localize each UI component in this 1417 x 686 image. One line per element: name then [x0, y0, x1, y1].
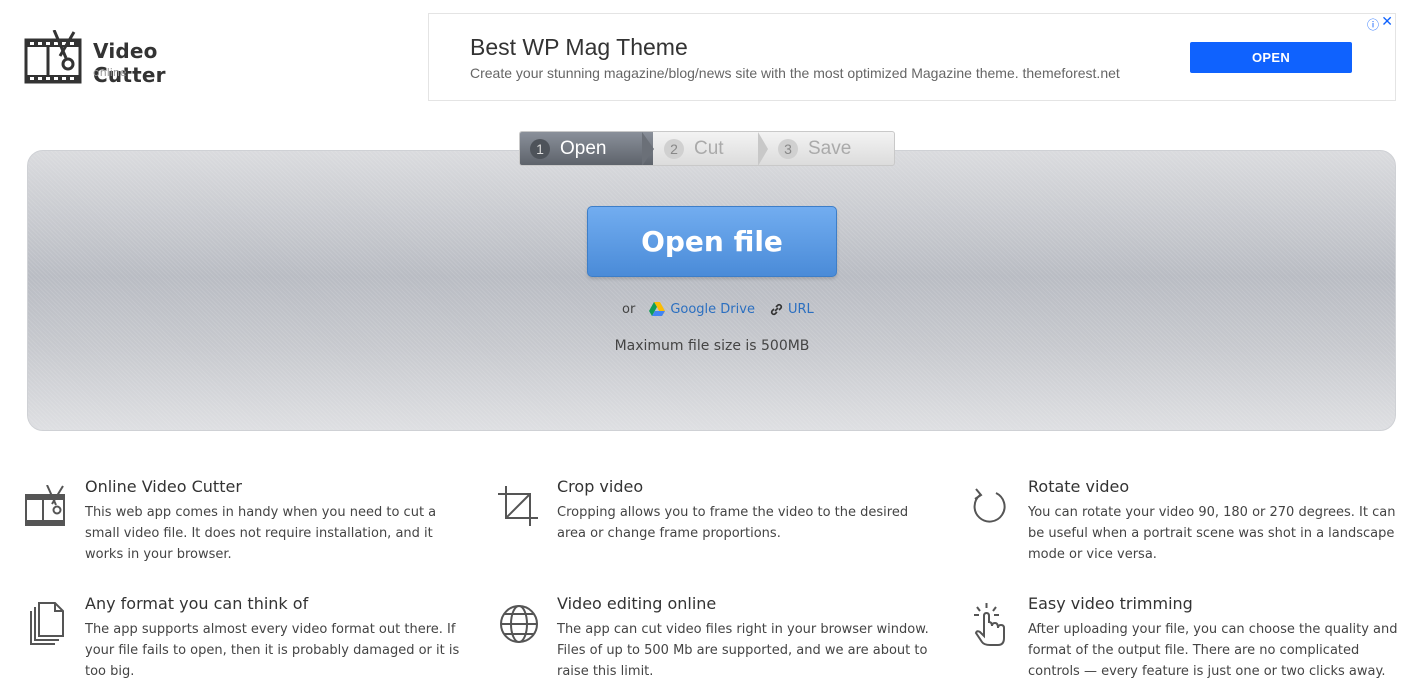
logo[interactable]: Video Cutter online: [24, 30, 224, 87]
step-label: Save: [808, 137, 852, 159]
step-save: 3 Save: [778, 132, 851, 165]
ad-info-icon[interactable]: ⓘ: [1367, 16, 1379, 33]
step-arrow: [642, 132, 654, 165]
globe-icon: [500, 605, 538, 643]
step-indicator: 1 Open 2 Cut 3 Save: [519, 131, 895, 166]
feature-text: Cropping allows you to frame the video t…: [557, 505, 909, 541]
film-scissors-icon: [24, 30, 82, 84]
feature-title: Any format you can think of: [85, 594, 309, 613]
google-drive-icon: [649, 302, 666, 316]
alt-sources: or Google Drive URL: [622, 300, 814, 318]
step-cut: 2 Cut: [664, 132, 724, 165]
ad-title[interactable]: Best WP Mag Theme: [470, 34, 688, 61]
feature-text: The app can cut video files right in you…: [557, 622, 929, 679]
step-open: 1 Open: [520, 132, 653, 165]
crop-icon: [498, 486, 538, 526]
max-file-size-note: Maximum file size is 500MB: [614, 338, 810, 354]
step-number: 3: [778, 138, 798, 159]
feature-title: Video editing online: [557, 594, 717, 613]
url-label: URL: [787, 301, 814, 317]
url-link[interactable]: URL: [769, 302, 814, 317]
step-number: 2: [664, 138, 684, 159]
step-label: Open: [560, 137, 607, 159]
step-number: 1: [530, 138, 550, 159]
upload-panel: [27, 150, 1396, 431]
ad-banner[interactable]: Best WP Mag Theme Create your stunning m…: [428, 13, 1396, 101]
open-file-button[interactable]: Open file: [587, 206, 837, 277]
step-label: Cut: [694, 137, 724, 159]
feature-title: Crop video: [557, 477, 644, 496]
film-scissors-icon: [25, 485, 65, 526]
or-label: or: [622, 301, 636, 317]
google-drive-link[interactable]: Google Drive: [649, 302, 755, 317]
step-separator: [758, 132, 768, 165]
feature-title: Online Video Cutter: [85, 477, 242, 496]
logo-title: Video Cutter: [93, 39, 166, 87]
feature-text: This web app comes in handy when you nee…: [85, 505, 437, 562]
feature-text: You can rotate your video 90, 180 or 270…: [1028, 505, 1396, 562]
feature-title: Easy video trimming: [1028, 594, 1193, 613]
google-drive-label: Google Drive: [670, 301, 755, 317]
ad-close-icon[interactable]: ✕: [1381, 14, 1393, 30]
feature-title: Rotate video: [1028, 477, 1130, 496]
ad-description[interactable]: Create your stunning magazine/blog/news …: [470, 65, 1120, 81]
logo-subtitle: online: [93, 66, 127, 79]
rotate-icon: [973, 488, 1006, 523]
ad-open-button[interactable]: OPEN: [1190, 42, 1352, 73]
link-icon: [770, 303, 783, 315]
hand-click-icon: [974, 603, 1005, 646]
files-icon: [30, 602, 64, 645]
feature-text: After uploading your file, you can choos…: [1028, 622, 1398, 679]
feature-text: The app supports almost every video form…: [85, 622, 460, 679]
